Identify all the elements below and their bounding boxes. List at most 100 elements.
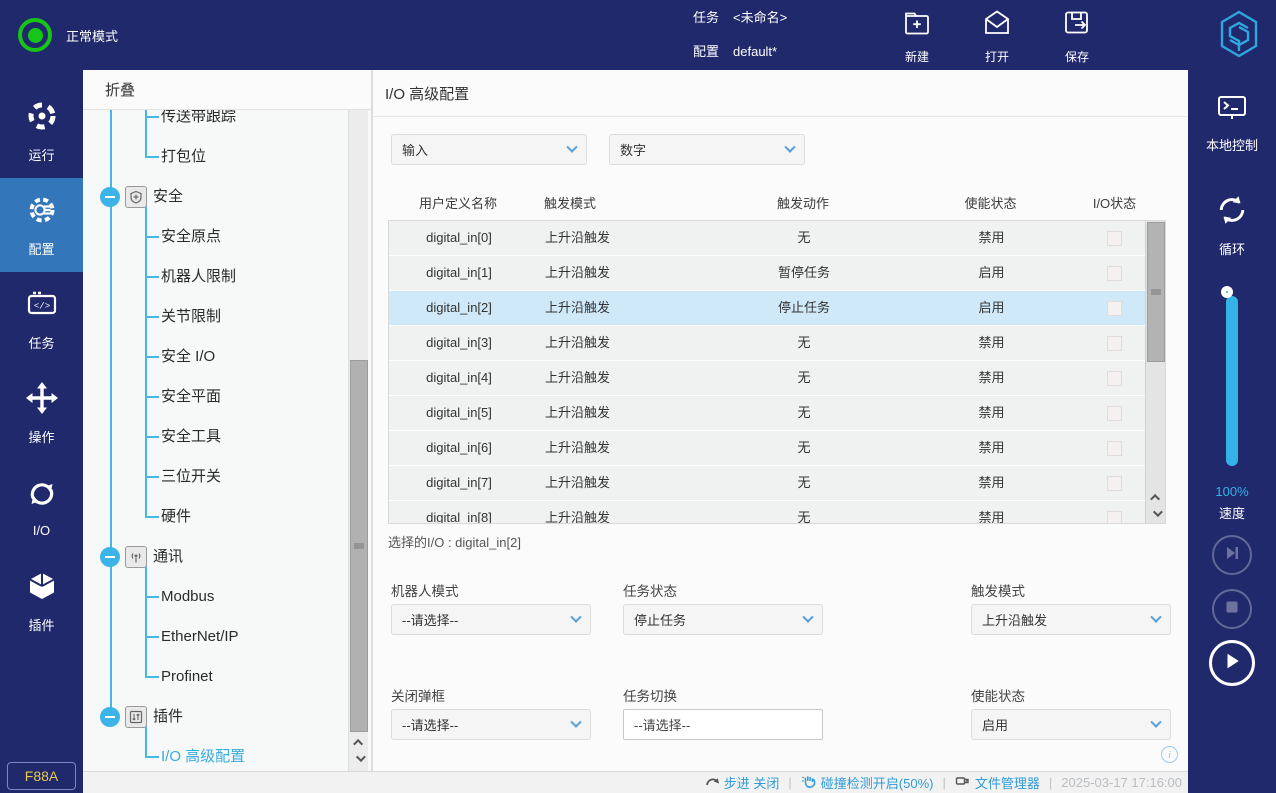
cell-io-state <box>1084 431 1145 465</box>
tree-item-safety-io[interactable]: 安全 I/O <box>161 345 215 369</box>
table-row[interactable]: digital_in[5] 上升沿触发 无 禁用 <box>389 396 1145 431</box>
cell-io-state <box>1084 361 1145 395</box>
io-state-checkbox[interactable] <box>1107 476 1122 491</box>
tree-collapse-node[interactable] <box>100 187 120 207</box>
open-button[interactable]: 打开 <box>966 8 1028 65</box>
info-icon[interactable]: i <box>1161 746 1178 763</box>
cell-enable-state: 禁用 <box>899 221 1084 255</box>
cell-trigger-action: 无 <box>709 466 899 500</box>
io-state-checkbox[interactable] <box>1107 371 1122 386</box>
cell-name: digital_in[6] <box>389 431 529 465</box>
io-state-checkbox[interactable] <box>1107 441 1122 456</box>
table-scrollbar[interactable] <box>1145 221 1165 523</box>
tree-item-safety-home[interactable]: 安全原点 <box>161 225 221 249</box>
play-button[interactable] <box>1209 640 1255 686</box>
file-manager-button[interactable]: 文件管理器 <box>955 773 1040 792</box>
io-state-checkbox[interactable] <box>1107 511 1122 525</box>
sidebar-item-io[interactable]: I/O <box>0 460 83 554</box>
tree-collapse-node[interactable] <box>100 707 120 727</box>
scrollbar-grip-icon <box>1151 289 1161 296</box>
cell-trigger-mode: 上升沿触发 <box>529 326 709 360</box>
robot-mode-select[interactable]: --请选择-- <box>391 604 591 635</box>
shield-icon <box>125 186 147 208</box>
sidebar-item-label: 操作 <box>28 427 54 446</box>
sidebar-item-run[interactable]: 运行 <box>0 84 83 178</box>
scroll-down-button[interactable] <box>349 750 369 766</box>
tree-item-safety-plane[interactable]: 安全平面 <box>161 385 221 409</box>
close-popup-value: --请选择-- <box>402 715 458 734</box>
table-row[interactable]: digital_in[6] 上升沿触发 无 禁用 <box>389 431 1145 466</box>
tree-scrollbar-thumb[interactable] <box>350 360 368 732</box>
tree-item-safety-tool[interactable]: 安全工具 <box>161 425 221 449</box>
scrollbar-grip-icon <box>354 543 364 550</box>
chevron-down-icon <box>1150 716 1161 727</box>
tree-item-hardware[interactable]: 硬件 <box>161 505 191 529</box>
io-state-checkbox[interactable] <box>1107 266 1122 281</box>
cell-name: digital_in[0] <box>389 221 529 255</box>
cell-trigger-mode: 上升沿触发 <box>529 361 709 395</box>
tree-item-communication[interactable]: 通讯 <box>153 545 183 569</box>
table-row[interactable]: digital_in[0] 上升沿触发 无 禁用 <box>389 221 1145 256</box>
table-row[interactable]: digital_in[1] 上升沿触发 暂停任务 启用 <box>389 256 1145 291</box>
sidebar-item-config[interactable]: 配置 <box>0 178 83 272</box>
io-state-checkbox[interactable] <box>1107 301 1122 316</box>
loop-button[interactable]: 循环 <box>1188 192 1276 258</box>
io-state-checkbox[interactable] <box>1107 336 1122 351</box>
cell-enable-state: 启用 <box>899 291 1084 325</box>
sidebar-item-task[interactable]: </> 任务 <box>0 272 83 366</box>
step-toggle[interactable]: 步进 关闭 <box>705 773 780 792</box>
enable-state-select[interactable]: 启用 <box>971 709 1171 740</box>
tree-item-pack-position[interactable]: 打包位 <box>161 145 206 169</box>
save-button[interactable]: 保存 <box>1046 8 1108 65</box>
table-row[interactable]: digital_in[8] 上升沿触发 无 禁用 <box>389 501 1145 524</box>
table-scrollbar-thumb[interactable] <box>1147 222 1165 362</box>
collapse-button[interactable]: 折叠 <box>83 70 371 110</box>
tree-item-ethernet-ip[interactable]: EtherNet/IP <box>161 625 239 649</box>
table-row-selected[interactable]: digital_in[2] 上升沿触发 停止任务 启用 <box>389 291 1145 326</box>
tree-item-plugin[interactable]: 插件 <box>153 705 183 729</box>
io-direction-select[interactable]: 输入 <box>391 134 587 165</box>
task-switch-input[interactable] <box>623 709 823 740</box>
scroll-up-button[interactable] <box>1146 489 1166 505</box>
tree-item-modbus[interactable]: Modbus <box>161 585 214 609</box>
tree-collapse-node[interactable] <box>100 547 120 567</box>
tree-item-robot-limits[interactable]: 机器人限制 <box>161 265 236 289</box>
io-state-checkbox[interactable] <box>1107 231 1122 246</box>
trigger-mode-select[interactable]: 上升沿触发 <box>971 604 1171 635</box>
table-row[interactable]: digital_in[3] 上升沿触发 无 禁用 <box>389 326 1145 361</box>
cell-trigger-action: 无 <box>709 501 899 524</box>
sidebar-item-plugin[interactable]: 插件 <box>0 554 83 648</box>
new-button[interactable]: 新建 <box>886 8 948 65</box>
local-control-button[interactable]: 本地控制 <box>1188 94 1276 154</box>
task-state-select[interactable]: 停止任务 <box>623 604 823 635</box>
device-code-button[interactable]: F88A <box>7 762 76 790</box>
io-table: digital_in[0] 上升沿触发 无 禁用 digital_in[1] 上… <box>388 220 1166 524</box>
tree-item-profinet[interactable]: Profinet <box>161 665 213 689</box>
tree-item-conveyor-tracking[interactable]: 传送带跟踪 <box>161 110 236 129</box>
io-state-checkbox[interactable] <box>1107 406 1122 421</box>
close-popup-select[interactable]: --请选择-- <box>391 709 591 740</box>
cell-name: digital_in[3] <box>389 326 529 360</box>
play-icon <box>1223 652 1241 675</box>
task-switch-label: 任务切换 <box>623 685 677 705</box>
speed-slider-handle[interactable] <box>1221 286 1233 298</box>
tree-scrollbar[interactable] <box>348 110 368 771</box>
io-type-select[interactable]: 数字 <box>609 134 805 165</box>
step-button[interactable] <box>1212 535 1252 575</box>
sidebar-item-operate[interactable]: 操作 <box>0 366 83 460</box>
speed-slider-track[interactable] <box>1226 296 1238 466</box>
tree-item-io-advanced-config[interactable]: I/O 高级配置 <box>161 745 245 769</box>
selected-io-label: 选择的I/O : digital_in[2] <box>388 532 521 551</box>
scroll-up-button[interactable] <box>349 734 369 750</box>
robot-mode-value: --请选择-- <box>402 610 458 629</box>
status-indicator-icon[interactable] <box>18 18 52 52</box>
tree-item-three-position-switch[interactable]: 三位开关 <box>161 465 221 489</box>
scroll-down-button[interactable] <box>1146 505 1166 521</box>
table-row[interactable]: digital_in[7] 上升沿触发 无 禁用 <box>389 466 1145 501</box>
stop-button[interactable] <box>1212 589 1252 629</box>
tree-item-safety[interactable]: 安全 <box>153 185 183 209</box>
table-row[interactable]: digital_in[4] 上升沿触发 无 禁用 <box>389 361 1145 396</box>
col-trigger-action: 触发动作 <box>708 193 898 212</box>
tree-item-joint-limits[interactable]: 关节限制 <box>161 305 221 329</box>
collision-detection-toggle[interactable]: 碰撞检测开启(50%) <box>801 773 934 792</box>
